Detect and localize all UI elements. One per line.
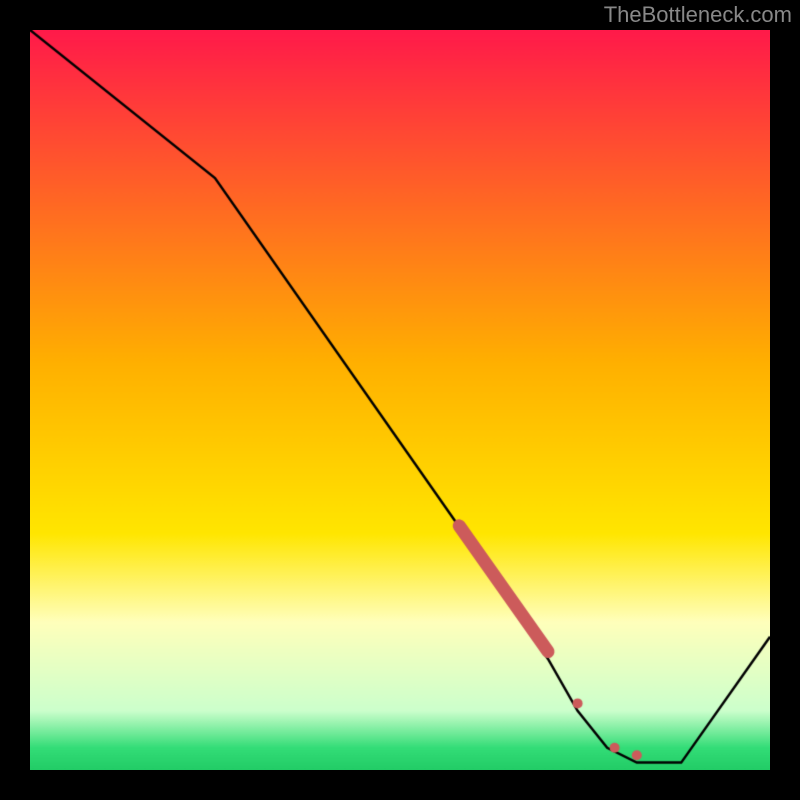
watermark-text: TheBottleneck.com [604,2,792,28]
plot-area [30,30,770,770]
chart-line [30,30,770,770]
